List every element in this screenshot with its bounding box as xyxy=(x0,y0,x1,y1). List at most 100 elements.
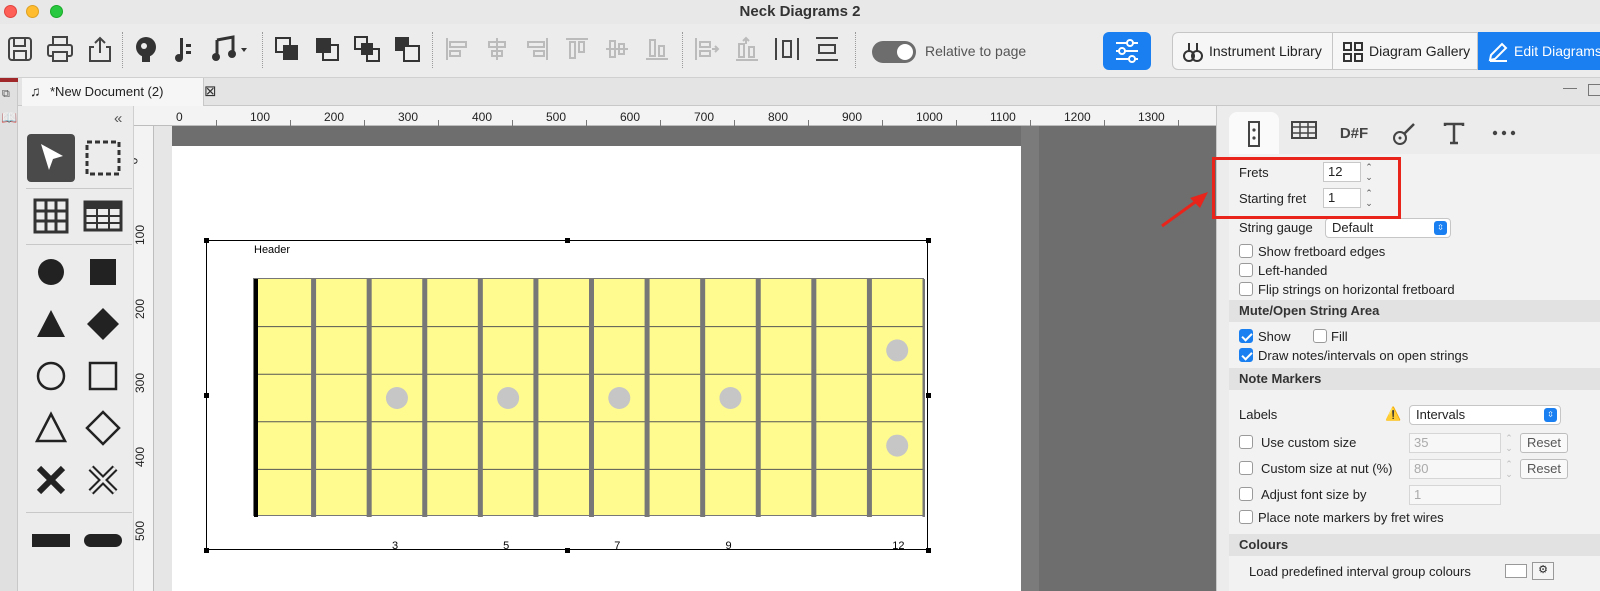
align-top-icon[interactable] xyxy=(562,34,592,64)
colour-settings-icon[interactable]: ⚙ xyxy=(1532,562,1554,580)
space-vertical-icon[interactable] xyxy=(812,34,842,64)
neck-diagram-tool[interactable] xyxy=(27,192,75,240)
tab-instrument[interactable] xyxy=(1379,112,1429,156)
bring-forward-icon[interactable] xyxy=(272,34,302,64)
adjust-font-size-checkbox[interactable] xyxy=(1239,487,1253,501)
horizontal-ruler: 0 100 200 300 400 500 600 700 800 900 1000 1100 1200… xyxy=(134,106,1216,126)
distribute-horizontal-icon[interactable] xyxy=(692,34,722,64)
print-icon[interactable] xyxy=(45,34,75,64)
instrument-head-icon[interactable] xyxy=(131,34,161,64)
send-backward-icon[interactable] xyxy=(312,34,342,64)
select-arrow-tool[interactable] xyxy=(27,134,75,182)
outline-triangle-tool[interactable] xyxy=(27,404,75,452)
align-center-icon[interactable] xyxy=(482,34,512,64)
tab-neck[interactable] xyxy=(1229,112,1279,156)
inlay-dot xyxy=(608,387,631,409)
maximize-pane-icon[interactable] xyxy=(1588,84,1600,96)
resize-handle[interactable] xyxy=(926,548,931,553)
inspector-settings-button[interactable] xyxy=(1103,32,1151,70)
align-left-icon[interactable] xyxy=(442,34,472,64)
diagram-header[interactable]: Header xyxy=(254,244,290,256)
draw-notes-open-strings-label: Draw notes/intervals on open strings xyxy=(1258,348,1469,363)
marquee-tool[interactable] xyxy=(79,134,127,182)
bring-to-front-icon[interactable] xyxy=(352,34,382,64)
toolbar-separator xyxy=(432,32,433,68)
custom-size-field[interactable]: 35 xyxy=(1409,433,1501,453)
collapse-palette-icon[interactable]: « xyxy=(114,110,122,127)
tab-text[interactable] xyxy=(1429,112,1479,156)
fret-wire xyxy=(811,279,817,517)
resize-handle[interactable] xyxy=(565,238,570,243)
send-to-back-icon[interactable] xyxy=(392,34,422,64)
left-handed-checkbox[interactable] xyxy=(1239,263,1253,277)
use-custom-size-label: Use custom size xyxy=(1261,435,1357,450)
filled-triangle-icon xyxy=(37,310,65,337)
show-mute-area-checkbox[interactable] xyxy=(1239,329,1253,343)
guitar-icon xyxy=(1393,123,1415,145)
save-icon[interactable] xyxy=(5,34,35,64)
show-fretboard-edges-checkbox[interactable] xyxy=(1239,244,1253,258)
resize-handle[interactable] xyxy=(926,393,931,398)
share-icon[interactable] xyxy=(85,34,115,64)
rounded-bar-tool[interactable] xyxy=(79,516,127,564)
custom-size-nut-checkbox[interactable] xyxy=(1239,461,1253,475)
filled-x-tool[interactable] xyxy=(27,456,75,504)
resize-handle[interactable] xyxy=(204,393,209,398)
tab-notes[interactable]: D#F xyxy=(1329,112,1379,156)
mute-open-section-header[interactable]: Mute/Open String Area xyxy=(1229,300,1600,322)
space-horizontal-icon[interactable] xyxy=(772,34,802,64)
labels-select[interactable]: Intervals ⇳ xyxy=(1409,405,1561,425)
note-value-icon[interactable] xyxy=(171,34,201,64)
ruler-minor-tick xyxy=(512,120,513,126)
use-custom-size-checkbox[interactable] xyxy=(1239,435,1253,449)
filled-diamond-tool[interactable] xyxy=(79,300,127,348)
distribute-vertical-icon[interactable] xyxy=(732,34,762,64)
tab-more[interactable] xyxy=(1479,112,1529,156)
diagram-gallery-button[interactable]: Diagram Gallery xyxy=(1333,32,1478,70)
table-tool[interactable] xyxy=(79,192,127,240)
custom-size-stepper[interactable]: ⌃ ⌄ xyxy=(1503,433,1515,453)
restore-pane-icon[interactable]: ⧉ xyxy=(2,88,10,101)
filled-circle-tool[interactable] xyxy=(27,248,75,296)
document-tab[interactable]: ♫ *New Document (2) ⊠ xyxy=(22,78,217,106)
relative-to-page-toggle[interactable] xyxy=(872,41,916,63)
colours-section-header[interactable]: Colours xyxy=(1229,534,1600,556)
draw-notes-open-strings-checkbox[interactable] xyxy=(1239,348,1253,362)
string-gauge-select[interactable]: Default ⇳ xyxy=(1325,218,1451,238)
note-markers-section-header[interactable]: Note Markers xyxy=(1229,368,1600,390)
minimize-pane-icon[interactable] xyxy=(1563,88,1577,90)
resize-handle[interactable] xyxy=(565,548,570,553)
filled-diamond-icon xyxy=(87,308,119,340)
book-icon[interactable]: 📖 xyxy=(1,110,17,126)
fretboard[interactable] xyxy=(253,278,928,517)
instrument-library-button[interactable]: Instrument Library xyxy=(1172,32,1333,70)
custom-size-nut-stepper[interactable]: ⌃ ⌄ xyxy=(1503,459,1515,479)
align-middle-icon[interactable] xyxy=(602,34,632,64)
resize-handle[interactable] xyxy=(204,238,209,243)
string-gauge-label: String gauge xyxy=(1239,220,1313,235)
edit-diagrams-button[interactable]: Edit Diagrams xyxy=(1478,32,1600,70)
outline-square-tool[interactable] xyxy=(79,352,127,400)
fill-checkbox[interactable] xyxy=(1313,329,1327,343)
custom-size-nut-field[interactable]: 80 xyxy=(1409,459,1501,479)
filled-triangle-tool[interactable] xyxy=(27,300,75,348)
resize-handle[interactable] xyxy=(926,238,931,243)
custom-size-nut-reset-button[interactable]: Reset xyxy=(1520,459,1568,479)
align-right-icon[interactable] xyxy=(522,34,552,64)
place-markers-checkbox[interactable] xyxy=(1239,510,1253,524)
bar-tool[interactable] xyxy=(27,516,75,564)
align-bottom-icon[interactable] xyxy=(642,34,672,64)
filled-square-tool[interactable] xyxy=(79,248,127,296)
close-tab-icon[interactable]: ⊠ xyxy=(204,82,217,100)
sliders-icon xyxy=(1116,39,1138,63)
adjust-font-size-field[interactable]: 1 xyxy=(1409,485,1501,505)
flip-strings-checkbox[interactable] xyxy=(1239,282,1253,296)
outline-diamond-tool[interactable] xyxy=(79,404,127,452)
music-notes-dropdown-icon[interactable] xyxy=(211,34,251,64)
outline-circle-tool[interactable] xyxy=(27,352,75,400)
custom-size-reset-button[interactable]: Reset xyxy=(1520,433,1568,453)
tab-grid[interactable] xyxy=(1279,112,1329,156)
outline-x-tool[interactable] xyxy=(79,456,127,504)
resize-handle[interactable] xyxy=(204,548,209,553)
colour-swatch[interactable] xyxy=(1505,564,1527,578)
